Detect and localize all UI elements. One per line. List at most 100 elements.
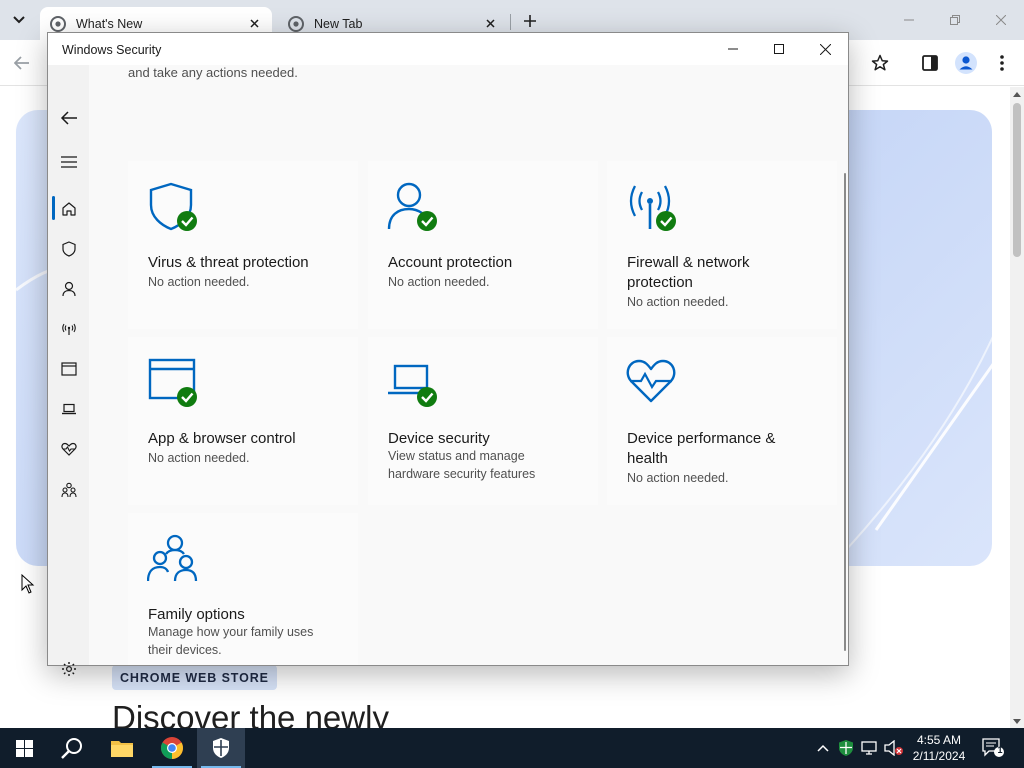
shield-icon [213,738,229,758]
clock-time: 4:55 AM [916,733,962,747]
start-button[interactable] [0,728,48,768]
chrome-web-store-label: CHROME WEB STORE [112,665,277,690]
family-icon [147,534,198,582]
card-virus-threat-protection[interactable]: Virus & threat protection No action need… [128,161,358,329]
card-status: No action needed. [148,275,250,289]
notification-center-button[interactable]: 1 [982,738,1004,758]
antenna-icon [62,323,76,335]
card-device-security[interactable]: Device security View status and manage h… [368,337,598,505]
side-panel-icon [922,55,938,71]
person-icon [62,281,76,297]
card-account-protection[interactable]: Account protection No action needed. [368,161,598,329]
card-status: No action needed. [148,451,250,465]
close-window-button[interactable] [978,0,1024,40]
show-hidden-icons-button[interactable] [813,738,833,758]
close-icon[interactable] [246,16,262,32]
shield-icon [149,182,197,231]
overview-description: and take any actions needed. [128,65,298,80]
restore-button[interactable] [932,0,978,40]
card-app-browser-control[interactable]: App & browser control No action needed. [128,337,358,505]
taskbar-search-button[interactable] [48,728,96,768]
taskbar-windows-security[interactable] [197,728,245,768]
card-firewall-network-protection[interactable]: Firewall & network protection No action … [607,161,837,329]
shield-icon [839,740,853,756]
chevron-down-icon [13,16,25,24]
maximize-button[interactable] [756,33,802,65]
tray-volume[interactable] [884,738,904,758]
person-icon [387,182,437,231]
card-title: Account protection [388,254,513,271]
nav-item-virus-threat[interactable] [58,238,80,260]
card-title: Firewall & network protection [627,254,750,291]
browser-menu-button[interactable] [990,51,1014,75]
tray-security[interactable] [836,738,856,758]
laptop-icon [388,364,437,407]
taskbar-file-explorer[interactable] [98,728,146,768]
card-family-options[interactable]: Family options Manage how your family us… [128,513,358,665]
card-title: Device security [388,430,490,447]
back-button[interactable] [10,51,34,75]
chrome-icon [161,737,183,759]
nav-item-home[interactable] [58,198,80,220]
heart-pulse-icon [626,359,676,403]
card-status: No action needed. [627,295,729,309]
close-icon[interactable] [482,16,498,32]
taskbar-chrome[interactable] [148,728,196,768]
arrow-left-icon [60,111,77,125]
antenna-icon [629,185,676,231]
bookmark-star-button[interactable] [868,51,892,75]
browser-window-controls [886,0,1024,40]
search-icon [61,738,82,759]
nav-item-account[interactable] [58,278,80,300]
nav-item-app-browser[interactable] [58,358,80,380]
notification-count: 1 [997,745,1003,755]
page-heading: Discover the newly [112,699,389,728]
chevron-up-icon [817,744,829,752]
nav-item-settings[interactable] [58,658,80,680]
side-panel-button[interactable] [918,51,942,75]
tab-search-button[interactable] [6,7,32,33]
gear-icon [62,662,76,676]
home-icon [62,202,76,216]
nav-menu-button[interactable] [58,151,80,173]
family-icon [61,482,77,498]
card-title: App & browser control [148,430,296,447]
page-scrollbar[interactable] [1010,87,1024,728]
tray-network[interactable] [860,738,880,758]
nav-item-device-security[interactable] [58,398,80,420]
chrome-favicon-icon [288,15,304,32]
security-scrollbar[interactable] [844,173,846,651]
taskbar-clock[interactable]: 4:55 AM 2/11/2024 [908,732,970,764]
scroll-up-arrow-icon[interactable] [1010,87,1024,101]
nav-item-family[interactable] [58,479,80,501]
arrow-left-icon [14,56,29,70]
chrome-favicon-icon [50,15,66,32]
plus-icon [524,15,536,27]
network-icon [861,741,877,755]
heart-pulse-icon [61,442,77,456]
card-status: No action needed. [627,471,729,485]
nav-back-button[interactable] [58,107,80,129]
mouse-cursor-icon [21,574,35,594]
profile-button[interactable] [954,51,978,75]
star-icon [871,54,889,71]
card-title: Device performance & health [627,430,776,467]
card-title: Virus & threat protection [148,254,309,271]
minimize-button[interactable] [710,33,756,65]
app-window-icon [61,362,77,376]
scrollbar-thumb[interactable] [1013,103,1021,257]
nav-item-device-performance[interactable] [58,438,80,460]
shield-icon [62,241,76,257]
nav-item-firewall[interactable] [58,318,80,340]
windows-security-window: Windows Security and take any actions ne… [47,32,849,676]
windows-taskbar: 4:55 AM 2/11/2024 1 [0,728,1024,768]
clock-date: 2/11/2024 [912,749,966,763]
new-tab-button[interactable] [518,9,542,33]
card-device-performance-health[interactable]: Device performance & health No action ne… [607,337,837,505]
security-main-panel: and take any actions needed. Virus & thr… [89,65,848,665]
scroll-down-arrow-icon[interactable] [1010,714,1024,728]
close-window-button[interactable] [802,33,848,65]
tab-title: What's New [76,16,143,31]
window-title: Windows Security [62,43,162,57]
minimize-button[interactable] [886,0,932,40]
